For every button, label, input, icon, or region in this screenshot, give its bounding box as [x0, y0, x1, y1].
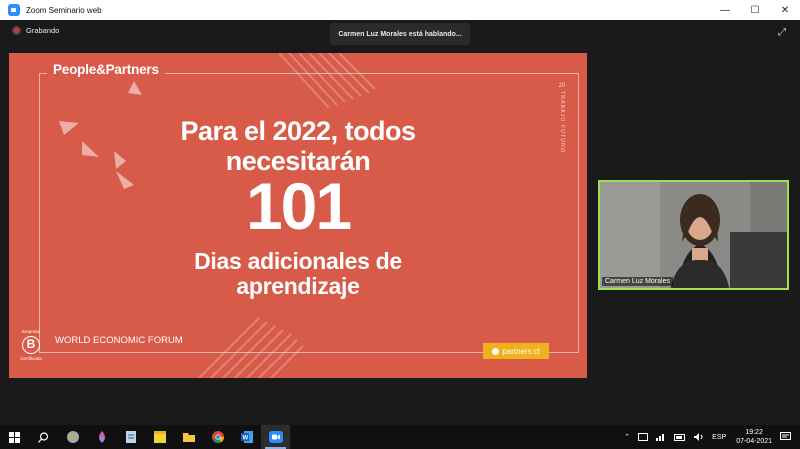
side-number: 20: [558, 83, 566, 89]
taskbar-app-zoom[interactable]: [261, 425, 290, 449]
zoom-icon: [268, 431, 283, 443]
close-button[interactable]: ✕: [770, 0, 800, 20]
participant-video-tile[interactable]: Carmen Luz Morales: [598, 180, 789, 290]
meeting-area: Grabando Carmen Luz Morales está habland…: [0, 20, 800, 425]
participant-video-image: [600, 182, 787, 288]
active-speaker-banner: Carmen Luz Morales está hablando...: [330, 23, 470, 45]
bcorp-top-text: Empresa: [21, 329, 40, 334]
taskbar-app-chrome[interactable]: [203, 425, 232, 449]
subtitle-line-2: aprendizaje: [236, 273, 360, 299]
recording-label: Grabando: [26, 26, 60, 35]
clock-time: 19:22: [745, 429, 763, 436]
recording-indicator[interactable]: Grabando: [12, 26, 59, 35]
notepad-icon: [125, 431, 136, 443]
windows-taskbar: W ⌃ ESP 19:22 07-04-2021: [0, 425, 800, 449]
headline-line-1: Para el 2022, todos: [180, 116, 416, 146]
website-badge: partners.cl: [483, 343, 549, 359]
slide-source: WORLD ECONOMIC FORUM: [55, 335, 183, 346]
slide-subtitle: Dias adicionales de aprendizaje: [9, 249, 587, 299]
taskbar-app-notepad[interactable]: [116, 425, 145, 449]
clock-date: 07-04-2021: [736, 438, 772, 445]
slide-big-number: 101: [245, 169, 352, 243]
windows-icon: [9, 431, 20, 443]
shared-screen-slide: People&Partners 20 TRABAJO FUTURO Para e…: [9, 53, 587, 378]
svg-text:W: W: [242, 436, 248, 442]
network-icon[interactable]: [656, 433, 666, 441]
paint-icon: [98, 431, 105, 443]
sticky-notes-icon: [153, 431, 166, 443]
bcorp-bottom-text: Certificada: [20, 356, 42, 361]
chevron-up-icon[interactable]: ⌃: [624, 433, 630, 441]
clock[interactable]: 19:22 07-04-2021: [736, 428, 772, 446]
globe-icon: [492, 347, 500, 355]
zoom-app-icon: [8, 4, 20, 16]
caption-icon[interactable]: [638, 433, 649, 441]
chrome-icon: [211, 431, 224, 444]
maximize-button[interactable]: ☐: [740, 0, 770, 20]
start-button[interactable]: [0, 425, 29, 449]
photos-icon: [66, 431, 79, 443]
taskbar-app-word[interactable]: W: [232, 425, 261, 449]
participant-name: Carmen Luz Morales: [602, 277, 673, 286]
window-title: Zoom Seminario web: [26, 5, 102, 15]
taskbar-app-paint[interactable]: [87, 425, 116, 449]
taskbar-app-sticky-notes[interactable]: [145, 425, 174, 449]
fullscreen-icon[interactable]: ⤢: [778, 27, 786, 38]
window-titlebar: Zoom Seminario web — ☐ ✕: [0, 0, 800, 20]
word-icon: W: [240, 431, 253, 443]
search-icon: [38, 431, 49, 443]
battery-icon[interactable]: [674, 433, 686, 441]
notifications-icon[interactable]: [780, 432, 792, 442]
bcorp-letter: B: [22, 336, 40, 354]
volume-icon[interactable]: [694, 433, 704, 441]
slide-logo: People&Partners: [47, 62, 165, 77]
search-button[interactable]: [29, 425, 58, 449]
website-label: partners.cl: [502, 346, 540, 356]
taskbar-app-file-explorer[interactable]: [174, 425, 203, 449]
folder-icon: [182, 433, 195, 442]
taskbar-app-photos[interactable]: [58, 425, 87, 449]
bcorp-badge: Empresa B Certificada: [17, 329, 45, 361]
language-indicator[interactable]: ESP: [712, 434, 726, 441]
subtitle-line-1: Dias adicionales de: [194, 248, 402, 274]
slide-headline: Para el 2022, todos necesitarán: [9, 116, 587, 176]
record-icon: [12, 26, 21, 35]
system-tray: ⌃ ESP 19:22 07-04-2021: [620, 425, 800, 449]
minimize-button[interactable]: —: [710, 0, 740, 20]
